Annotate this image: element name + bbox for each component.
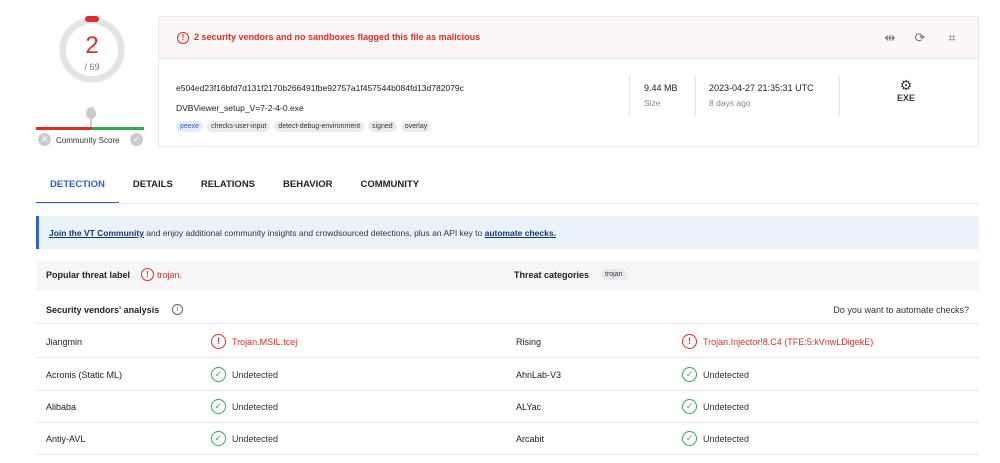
check-circle-icon: ✓ — [211, 367, 226, 382]
check-circle-icon: ✓ — [682, 367, 697, 382]
vendor-result: Undetected — [703, 370, 750, 380]
divider — [839, 75, 840, 116]
table-row: Acronis (Static ML) ✓ Undetected AhnLab-… — [36, 359, 979, 391]
vendor-name: Alibaba — [46, 402, 77, 412]
popular-threat-value[interactable]: trojan. — [157, 270, 182, 280]
info-icon[interactable]: i — [172, 304, 183, 315]
vendor-result: Undetected — [232, 402, 279, 412]
gauge-indicator — [85, 16, 99, 22]
alert-circle-icon: ! — [177, 32, 189, 44]
vendor-name: Acronis (Static ML) — [46, 370, 123, 380]
alert-text: 2 security vendors and no sandboxes flag… — [194, 32, 481, 42]
check-circle-icon: ✓ — [682, 431, 697, 446]
vendor-result: Undetected — [232, 370, 279, 380]
file-type-badge: ⚙ EXE — [894, 77, 918, 111]
community-score-widget: 2 / 69 ✕ Community Score ✓ — [30, 10, 155, 150]
popular-threat-label: Popular threat label — [46, 270, 131, 280]
vendor-name: Jiangmin — [46, 337, 83, 347]
banner-message: and enjoy additional community insights … — [143, 228, 485, 238]
report-tabs: DETECTION DETAILS RELATIONS BEHAVIOR COM… — [36, 177, 433, 204]
vendor-result: Trojan.Injector!8.C4 (TFE:5:kVnwLDigekE) — [703, 337, 874, 347]
check-circle-icon: ✓ — [682, 399, 697, 414]
analysis-date: 2023-04-27 21:35:31 UTC — [709, 83, 814, 93]
tab-detection[interactable]: DETECTION — [36, 177, 119, 204]
banner-text: Join the VT Community and enjoy addition… — [49, 228, 556, 238]
file-tags: peexe checks-user-input detect-debug-env… — [176, 121, 432, 132]
threat-categories-label: Threat categories — [514, 270, 590, 280]
alert-circle-icon: ! — [141, 268, 154, 281]
file-size-label: Size — [644, 98, 661, 108]
vendor-name: Arcabit — [516, 434, 545, 444]
vendor-result: Undetected — [232, 434, 279, 444]
table-row: Alibaba ✓ Undetected ALYac ✓ Undetected — [36, 391, 979, 423]
malicious-alert: ! 2 security vendors and no sandboxes fl… — [159, 17, 978, 59]
graph-icon[interactable]: ⌗ — [943, 29, 961, 47]
analysis-date-relative: 8 days ago — [709, 98, 751, 108]
vote-malicious-icon[interactable]: ✕ — [38, 133, 51, 146]
vendor-result: Undetected — [703, 434, 750, 444]
alert-circle-icon: ! — [682, 334, 697, 349]
tag-checks-user-input[interactable]: checks-user-input — [207, 121, 271, 132]
detection-count: 2 — [85, 32, 99, 59]
threat-summary: Popular threat label ! trojan. Threat ca… — [36, 261, 979, 290]
vendor-name: ALYac — [516, 402, 542, 412]
vendors-title: Security vendors' analysis — [46, 305, 160, 315]
vendor-result: Undetected — [703, 402, 750, 412]
tab-behavior[interactable]: BEHAVIOR — [269, 177, 346, 204]
file-hash[interactable]: e504ed23f16bfd7d131f2170b266491fbe92757a… — [176, 83, 464, 93]
tabs-divider — [36, 203, 979, 204]
tag-overlay[interactable]: overlay — [400, 121, 432, 132]
tag-peexe[interactable]: peexe — [176, 121, 204, 132]
divider — [695, 75, 696, 116]
exe-file-icon: ⚙ — [899, 77, 913, 93]
compare-icon[interactable]: ⇹ — [881, 29, 899, 47]
automate-checks-link[interactable]: automate checks. — [485, 228, 556, 238]
tag-detect-debug-environment[interactable]: detect-debug-environment — [274, 121, 365, 132]
table-row: Jiangmin ! Trojan.MSIL.tcej Rising ! Tro… — [36, 326, 979, 358]
threat-category-tag[interactable]: trojan — [601, 269, 627, 280]
check-circle-icon: ✓ — [211, 431, 226, 446]
vendor-name: Antiy-AVL — [46, 434, 86, 444]
community-banner: Join the VT Community and enjoy addition… — [36, 216, 979, 249]
check-circle-icon: ✓ — [211, 399, 226, 414]
file-type-label: EXE — [896, 93, 915, 103]
divider — [629, 75, 630, 116]
tab-relations[interactable]: RELATIONS — [187, 177, 269, 204]
join-community-link[interactable]: Join the VT Community — [49, 228, 144, 238]
tag-signed[interactable]: signed — [368, 121, 397, 132]
vendors-header: Security vendors' analysis i Do you want… — [36, 296, 979, 324]
vendor-result: Trojan.MSIL.tcej — [232, 337, 298, 347]
tab-details[interactable]: DETAILS — [119, 177, 187, 204]
file-summary-card: ! 2 security vendors and no sandboxes fl… — [158, 16, 979, 147]
file-name: DVBViewer_setup_V=7-2-4-0.exe — [176, 103, 304, 113]
refresh-icon[interactable]: ⟳ — [911, 29, 929, 47]
community-score-bar — [36, 127, 144, 130]
automate-question[interactable]: Do you want to automate checks? — [833, 305, 969, 315]
detection-total: / 69 — [84, 62, 100, 72]
vote-harmless-icon[interactable]: ✓ — [130, 133, 143, 146]
alert-circle-icon: ! — [211, 334, 226, 349]
table-row: Antiy-AVL ✓ Undetected Arcabit ✓ Undetec… — [36, 423, 979, 455]
file-size: 9.44 MB — [644, 83, 678, 93]
vendor-name: AhnLab-V3 — [516, 370, 562, 380]
vendor-name: Rising — [516, 337, 542, 347]
tab-community[interactable]: COMMUNITY — [346, 177, 433, 204]
community-score-label: Community Score — [56, 136, 120, 145]
